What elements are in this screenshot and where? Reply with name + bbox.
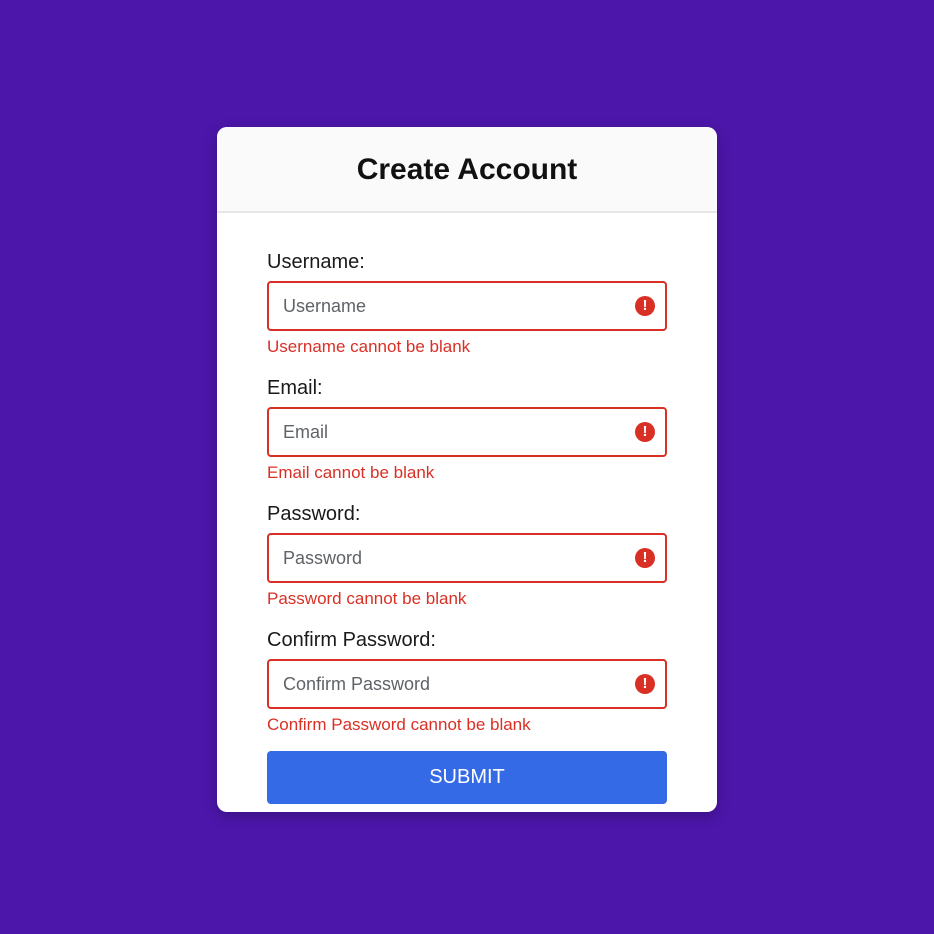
confirm-password-input[interactable] xyxy=(267,659,667,709)
email-label: Email: xyxy=(267,377,323,399)
exclamation-circle-icon: ! xyxy=(635,674,655,694)
username-input[interactable] xyxy=(267,281,667,331)
password-error-message: Password cannot be blank xyxy=(267,589,467,608)
confirm-password-input-wrapper: ! xyxy=(267,659,667,709)
email-input-wrapper: ! xyxy=(267,407,667,457)
username-field-group: Username: ! Username cannot be blank xyxy=(267,247,667,359)
username-label: Username: xyxy=(267,251,365,273)
password-field-group: Password: ! Password cannot be blank xyxy=(267,499,667,611)
email-field-group: Email: ! Email cannot be blank xyxy=(267,373,667,485)
exclamation-circle-icon: ! xyxy=(635,548,655,568)
confirm-password-error-message: Confirm Password cannot be blank xyxy=(267,715,531,734)
card-header: Create Account xyxy=(217,127,717,213)
password-label: Password: xyxy=(267,503,361,525)
username-error-message: Username cannot be blank xyxy=(267,337,471,356)
exclamation-circle-icon: ! xyxy=(635,296,655,316)
password-input[interactable] xyxy=(267,533,667,583)
page-title: Create Account xyxy=(356,153,578,186)
exclamation-circle-icon: ! xyxy=(635,422,655,442)
create-account-card: Create Account Username: ! Username cann… xyxy=(217,127,717,812)
email-input[interactable] xyxy=(267,407,667,457)
confirm-password-label: Confirm Password: xyxy=(267,629,436,651)
submit-button[interactable]: SUBMIT xyxy=(267,751,667,804)
signup-form: Username: ! Username cannot be blank Ema… xyxy=(217,213,717,804)
confirm-password-field-group: Confirm Password: ! Confirm Password can… xyxy=(267,625,667,737)
email-error-message: Email cannot be blank xyxy=(267,463,435,482)
username-input-wrapper: ! xyxy=(267,281,667,331)
password-input-wrapper: ! xyxy=(267,533,667,583)
